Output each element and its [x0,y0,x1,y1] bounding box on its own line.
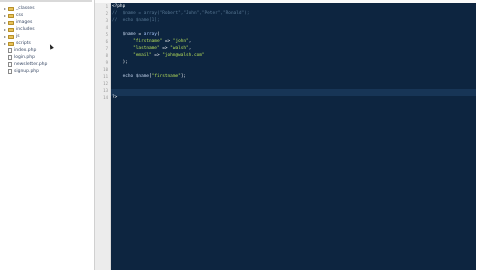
tree-item-label: index.php [14,48,37,53]
code-token: "john@walsh.com" [162,53,205,58]
tree-item-label: login.php [14,55,35,60]
folder-icon [8,34,14,39]
line-number: 9 [105,60,108,65]
editor-panel: 1 2 3 4 5 6 7 8 9 10 11 12 13 14 <?php// $name = arra… [94,0,477,270]
code-token: = [135,32,144,37]
code-token: $name [112,32,136,37]
tree-item-label: signup.php [14,69,40,74]
code-line[interactable]: // $name = array("Robert","John","Peter"… [112,10,249,17]
line-number: 13 [103,88,108,93]
code-line[interactable]: "lastname" => "walsh", [112,45,191,52]
expand-arrow-icon[interactable]: ▸ [3,33,7,40]
folder-icon [8,20,14,25]
code-line[interactable]: $name = array( [112,31,160,38]
line-number: 1 [105,4,108,9]
code-line[interactable]: "email" => "john@walsh.com" [112,52,205,59]
line-number: 10 [103,67,108,72]
folder-icon [8,6,14,11]
code-token: "email" [112,53,152,58]
code-token: => [159,46,171,51]
tree-item-label: js [16,34,20,39]
tree-folder[interactable]: ▸ includes [3,26,35,33]
expand-arrow-icon[interactable]: ▸ [3,26,7,33]
tree-file[interactable]: login.php [3,54,35,61]
file-tree-panel: ▸ _classes ▸ css ▸ images ▸ includes ▸ js ▸ scripts… [0,0,92,270]
tree-item-label: images [16,20,33,25]
code-token: => [162,39,173,44]
line-number-gutter: 1 2 3 4 5 6 7 8 9 10 11 12 13 14 [95,3,111,270]
tree-item-label: newsletter.php [14,62,48,67]
file-icon [8,69,12,74]
file-icon [8,55,12,60]
line-number: 6 [105,39,108,44]
tree-header-bar [0,0,92,2]
line-number: 8 [105,53,108,58]
line-number: 5 [105,32,108,37]
tree-item-label: includes [16,27,35,32]
active-line-highlight [111,89,477,96]
file-icon [8,48,12,53]
code-token: "firstname" [112,39,163,44]
line-number: 7 [105,46,108,51]
code-token: "john" [172,39,189,44]
code-line[interactable]: <?php [112,3,125,10]
tree-folder[interactable]: ▸ images [3,19,32,26]
code-token: ( [156,32,160,37]
tree-file[interactable]: signup.php [3,68,39,75]
window-edge [476,0,480,270]
line-number: 3 [105,18,108,23]
code-token: echo $name [112,74,150,79]
expand-arrow-icon[interactable]: ▸ [3,40,7,47]
code-token: , [188,46,192,51]
expand-arrow-icon[interactable]: ▸ [3,19,7,26]
line-number: 2 [105,11,108,16]
folder-icon [8,13,14,18]
code-line[interactable]: // echo $name[1]; [112,17,160,24]
tree-file[interactable]: newsletter.php [3,61,47,68]
expand-arrow-icon[interactable]: ▸ [3,5,7,12]
tree-folder[interactable]: ▸ _classes [3,5,35,12]
tree-folder[interactable]: ▸ scripts [3,40,31,47]
code-token: <?php [112,4,126,9]
line-number: 12 [103,81,108,86]
code-token: , [188,39,192,44]
code-token: ]; [180,74,187,79]
code-line[interactable]: echo $name["firstname"]; [112,73,186,80]
line-number: 14 [103,95,108,100]
folder-icon [8,27,14,32]
line-number: 4 [105,25,108,30]
code-token: array [143,32,157,37]
code-line[interactable]: "firstname" => "john", [112,38,191,45]
code-token: ); [112,60,128,65]
code-token: "walsh" [170,46,189,51]
code-token: "firstname" [151,74,181,79]
tree-folder[interactable]: ▸ css [3,12,23,19]
code-line[interactable]: ); [112,59,128,66]
line-number: 11 [103,74,108,79]
code-editor[interactable]: <?php // $name = array("Robert","John","P… [111,3,477,270]
code-token: // $name = array("Robert","John","Peter"… [112,11,250,16]
code-token: => [151,53,163,58]
tree-folder[interactable]: ▸ js [3,33,20,40]
code-token: "lastname" [112,46,160,51]
tree-item-label: css [16,13,24,18]
file-icon [8,62,12,67]
tree-item-label: scripts [16,41,31,46]
code-line[interactable]: ?> [112,94,117,101]
code-token: // echo $name[1]; [112,18,160,23]
expand-arrow-icon[interactable]: ▸ [3,12,7,19]
tree-file[interactable]: index.php [3,47,36,54]
tree-item-label: _classes [16,6,35,11]
code-token: ?> [112,95,118,100]
folder-icon [8,41,14,46]
